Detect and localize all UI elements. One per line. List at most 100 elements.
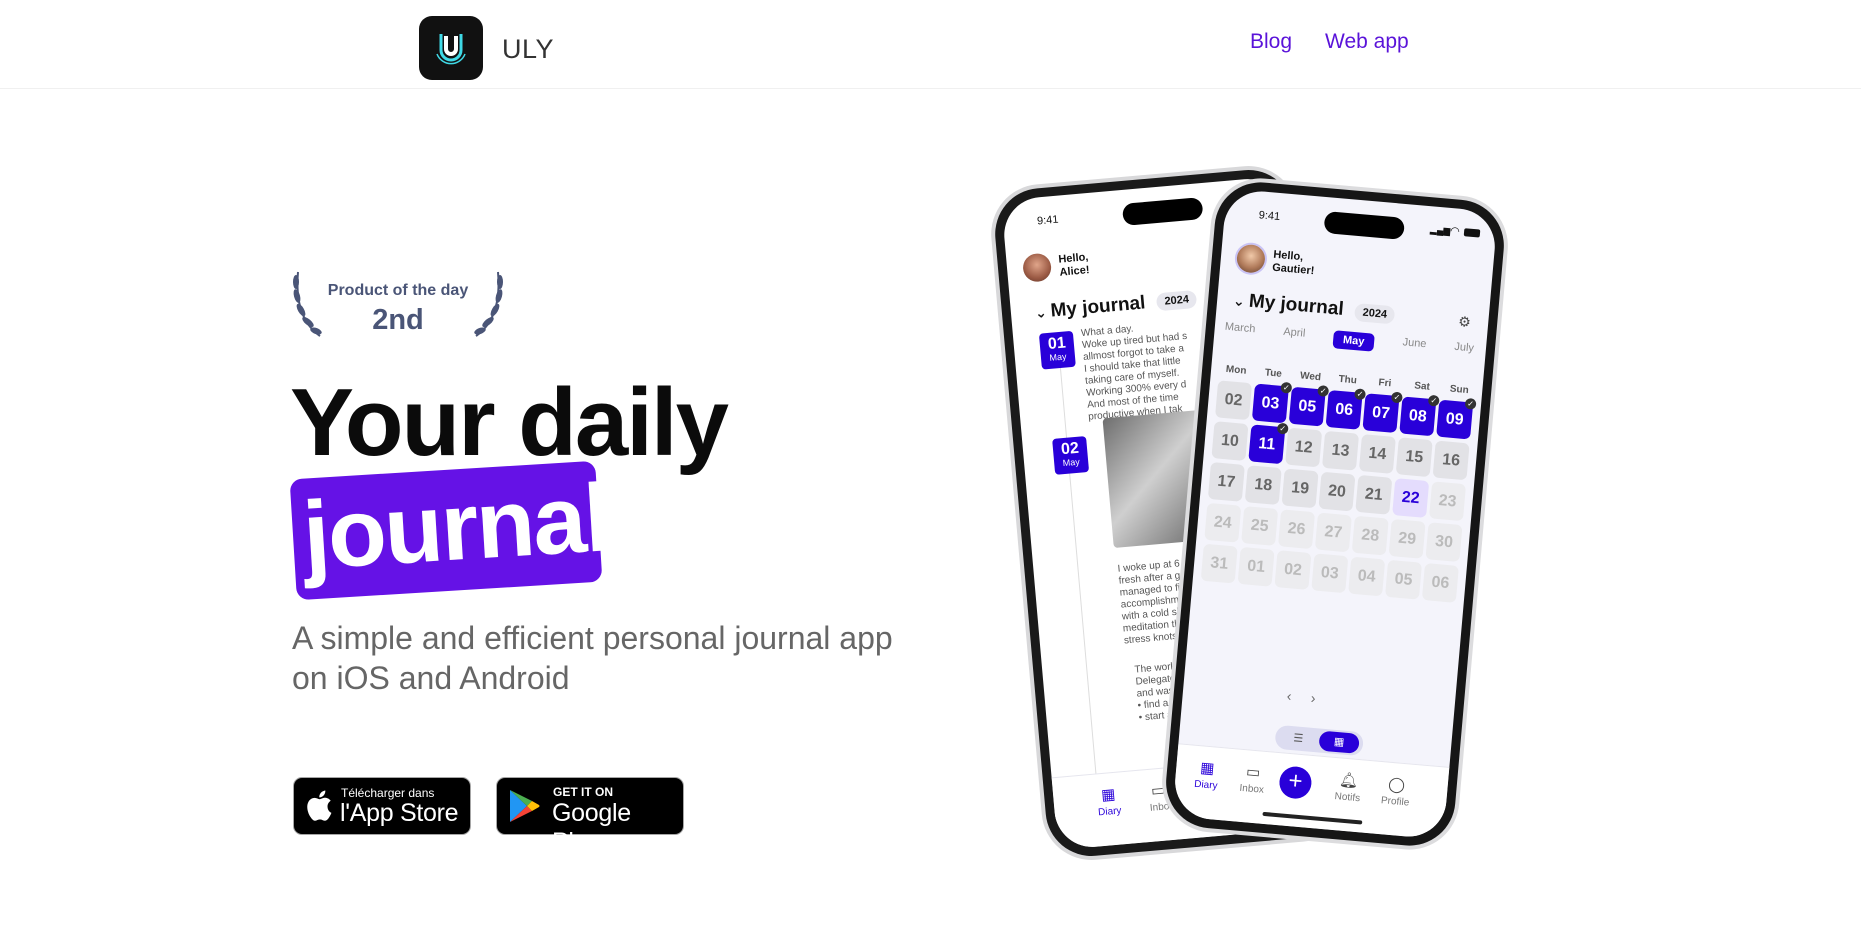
calendar-day[interactable]: 10: [1211, 421, 1249, 461]
calendar-day[interactable]: 11: [1248, 424, 1286, 465]
avatar[interactable]: [1021, 252, 1053, 283]
month-march[interactable]: March: [1224, 321, 1255, 342]
apple-icon: [307, 790, 332, 821]
calendar-day[interactable]: 13: [1321, 430, 1360, 471]
product-of-the-day-badge[interactable]: Product of the day 2nd: [290, 268, 506, 340]
hero-title-line2: journal: [300, 464, 612, 590]
plus-icon: +: [1287, 767, 1304, 796]
phone-front-screen: 9:41 ▂▄▆ ◠ Hello, Gautier! ⌄ My journal 20…: [1172, 188, 1498, 840]
signal-icon: ▂▄▆: [1429, 224, 1451, 236]
app-store-small-text: Télécharger dans: [341, 786, 435, 800]
app-store-button[interactable]: Télécharger dans l'App Store: [293, 777, 471, 835]
calendar-day[interactable]: 07: [1362, 393, 1400, 434]
nav-blog-link[interactable]: Blog: [1250, 30, 1292, 54]
greeting: Hello, Gautier!: [1271, 248, 1315, 278]
calendar-grid: 0203050607080910111213141516171819202122…: [1200, 380, 1476, 603]
chevron-down-icon: ⌄: [1232, 292, 1246, 310]
calendar-day[interactable]: 06: [1325, 389, 1363, 430]
home-indicator: [1262, 811, 1363, 825]
calendar-day[interactable]: 14: [1358, 434, 1396, 474]
calendar-day[interactable]: 04: [1348, 556, 1386, 597]
month-selector: March April May June July: [1224, 321, 1475, 361]
month-april[interactable]: April: [1282, 326, 1306, 346]
tab-diary[interactable]: ▦ Diary: [1083, 783, 1136, 819]
calendar-day[interactable]: 21: [1355, 474, 1393, 515]
badge-label: Product of the day: [327, 282, 469, 299]
hero-title-line1: Your daily: [290, 369, 729, 476]
tab-notifs[interactable]: 🔔︎ Notifs: [1322, 769, 1375, 805]
tab-profile[interactable]: ◯ Profile: [1370, 773, 1423, 809]
calendar-day[interactable]: 06: [1421, 563, 1459, 603]
chevron-down-icon: ⌄: [1034, 304, 1048, 321]
badge-rank: 2nd: [372, 304, 424, 336]
calendar-day[interactable]: 29: [1388, 518, 1426, 559]
calendar-day[interactable]: 02: [1214, 380, 1253, 421]
app-store-big-text: l'App Store: [340, 799, 459, 827]
month-july[interactable]: July: [1453, 341, 1475, 361]
list-view-button[interactable]: ☰: [1279, 729, 1318, 748]
status-time: 9:41: [1258, 209, 1281, 224]
brand-name[interactable]: ULY: [502, 34, 554, 65]
dynamic-island: [1323, 211, 1406, 240]
calendar-day[interactable]: 19: [1281, 468, 1319, 509]
calendar-day[interactable]: 30: [1425, 522, 1463, 563]
journal-title[interactable]: ⌄ My journal: [1232, 289, 1345, 321]
calendar-day[interactable]: 24: [1204, 502, 1242, 543]
calendar-day[interactable]: 12: [1285, 427, 1323, 468]
tab-diary[interactable]: ▦ Diary: [1180, 757, 1233, 793]
status-time: 9:41: [1036, 213, 1059, 228]
calendar-day[interactable]: 01: [1237, 546, 1275, 587]
calendar-day[interactable]: 28: [1351, 515, 1389, 556]
calendar-day[interactable]: 22: [1392, 478, 1430, 518]
gear-icon[interactable]: ⚙: [1458, 313, 1472, 331]
calendar-day[interactable]: 27: [1314, 512, 1352, 553]
dynamic-island: [1121, 197, 1204, 226]
google-play-small-text: GET IT ON: [553, 785, 613, 799]
year-chip[interactable]: 2024: [1155, 289, 1198, 312]
calendar-day[interactable]: 18: [1244, 465, 1282, 506]
site-header: ULY Blog Web app: [0, 0, 1861, 89]
tab-bar: ▦ Diary ▭ Inbox + 🔔︎ Notifs ◯ Profile: [1172, 743, 1450, 840]
chevron-left-icon[interactable]: ‹: [1286, 688, 1292, 704]
calendar-day[interactable]: 02: [1274, 550, 1312, 590]
calendar-day[interactable]: 16: [1432, 440, 1470, 481]
weekday-label: Sun: [1449, 383, 1470, 397]
year-chip[interactable]: 2024: [1353, 302, 1396, 325]
google-play-button[interactable]: GET IT ON Google Play: [496, 777, 684, 856]
calendar-day[interactable]: 09: [1436, 399, 1474, 440]
calendar-day[interactable]: 26: [1277, 509, 1316, 550]
entry-date-chip[interactable]: 01 May: [1038, 330, 1076, 370]
calendar-day[interactable]: 08: [1399, 396, 1437, 437]
weekday-label: Wed: [1299, 370, 1322, 384]
weekday-label: Tue: [1264, 367, 1283, 380]
hero-subtitle: A simple and efficient personal journal …: [292, 620, 893, 696]
calendar-day[interactable]: 15: [1395, 437, 1433, 478]
calendar-icon: ▦: [1199, 759, 1216, 778]
tab-inbox[interactable]: ▭ Inbox: [1226, 761, 1279, 797]
uly-logo-icon[interactable]: [419, 16, 483, 80]
calendar-day[interactable]: 20: [1318, 471, 1356, 512]
nav-webapp-link[interactable]: Web app: [1325, 30, 1409, 54]
chevron-right-icon[interactable]: ›: [1310, 690, 1316, 706]
weekday-label: Fri: [1378, 377, 1392, 390]
user-icon: ◯: [1387, 775, 1406, 795]
calendar-view-button[interactable]: ▦: [1318, 730, 1360, 754]
calendar-day[interactable]: 03: [1251, 383, 1289, 424]
weekday-label: Sat: [1413, 380, 1431, 393]
calendar-day[interactable]: 31: [1200, 543, 1238, 584]
calendar-day[interactable]: 25: [1241, 506, 1279, 546]
avatar[interactable]: [1235, 243, 1267, 274]
calendar-day[interactable]: 23: [1428, 481, 1467, 522]
weekday-label: Mon: [1225, 363, 1247, 377]
battery-icon: [1463, 228, 1481, 238]
entry-date-chip[interactable]: 02 May: [1052, 436, 1090, 475]
month-may[interactable]: May: [1332, 330, 1376, 352]
google-play-icon: [510, 790, 540, 822]
calendar-day[interactable]: 05: [1384, 559, 1423, 600]
month-june[interactable]: June: [1402, 336, 1427, 356]
calendar-day[interactable]: 17: [1207, 462, 1245, 502]
add-entry-button[interactable]: +: [1278, 765, 1313, 800]
calendar-day[interactable]: 05: [1288, 386, 1326, 427]
calendar-day[interactable]: 03: [1311, 553, 1349, 594]
journal-title[interactable]: ⌄ My journal: [1034, 292, 1146, 324]
